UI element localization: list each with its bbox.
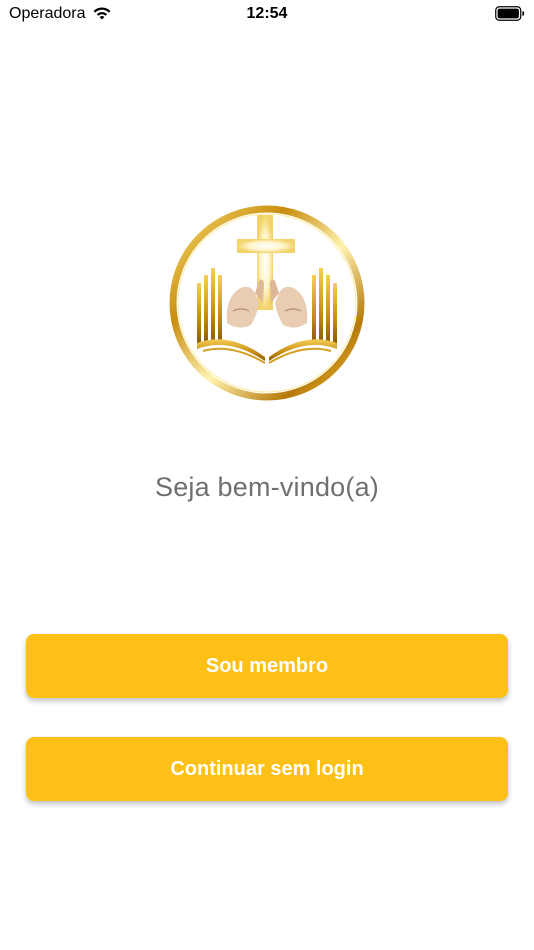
status-bar: Operadora 12:54 [0, 0, 534, 30]
welcome-text: Seja bem-vindo(a) [154, 472, 379, 502]
church-logo [169, 205, 365, 401]
member-button[interactable]: Sou membro [26, 634, 508, 698]
member-button-label: Sou membro [205, 654, 329, 677]
clock: 12:54 [246, 5, 288, 22]
continue-without-login-button[interactable]: Continuar sem login [26, 737, 508, 801]
battery-icon [495, 6, 525, 21]
continue-without-login-label: Continuar sem login [170, 757, 364, 780]
welcome-screen: Operadora 12:54 Seja bem-vindo(a) Sou me… [0, 0, 534, 950]
